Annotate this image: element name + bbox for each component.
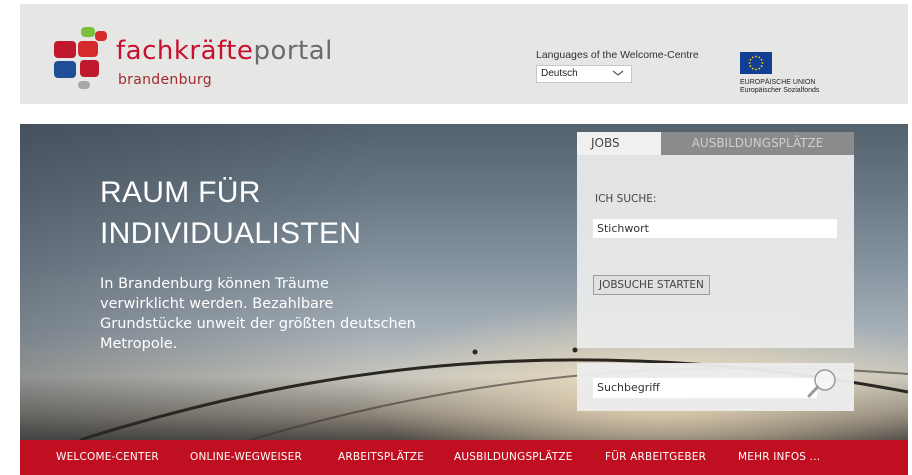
nav-item-ausbildungsplaetze[interactable]: AUSBILDUNGSPLÄTZE bbox=[454, 440, 573, 475]
site-search: Suchbegriff bbox=[577, 363, 854, 411]
search-label: ICH SUCHE: bbox=[595, 193, 657, 205]
site-logo[interactable]: fachkräfteportal brandenburg bbox=[54, 27, 334, 89]
eu-caption-line2: Europäischer Sozialfonds bbox=[740, 87, 820, 94]
site-header: fachkräfteportal brandenburg Languages o… bbox=[20, 4, 908, 104]
hero-text-line: Metropole. bbox=[100, 336, 178, 352]
hero-text-line: Grundstücke unweit der größten deutschen bbox=[100, 316, 416, 332]
hero-text-line: In Brandenburg können Träume bbox=[100, 276, 329, 292]
hero-title: RAUM FÜR INDIVIDUALISTEN bbox=[100, 172, 361, 254]
tab-ausbildungsplaetze[interactable]: AUSBILDUNGSPLÄTZE bbox=[661, 132, 854, 155]
language-selected-value: Deutsch bbox=[541, 68, 578, 79]
nav-item-fuer-arbeitgeber[interactable]: FÜR ARBEITGEBER bbox=[605, 440, 706, 475]
job-search-button[interactable]: JOBSUCHE STARTEN bbox=[593, 275, 710, 295]
site-search-input[interactable]: Suchbegriff bbox=[593, 378, 817, 398]
hero-description: In Brandenburg können Träume verwirklich… bbox=[100, 274, 460, 354]
language-switcher: Languages of the Welcome-Centre Deutsch bbox=[536, 49, 699, 83]
nav-item-mehr-infos[interactable]: MEHR INFOS ... bbox=[738, 440, 820, 475]
hero-text-line: verwirklicht werden. Bezahlbare bbox=[100, 296, 334, 312]
chevron-down-icon bbox=[612, 69, 624, 80]
tab-jobs[interactable]: JOBS bbox=[577, 132, 661, 155]
eu-logo: EUROPÄISCHE UNION Europäischer Sozialfon… bbox=[740, 52, 850, 102]
logo-wordmark-suffix: portal bbox=[253, 36, 333, 66]
nav-item-arbeitsplaetze[interactable]: ARBEITSPLÄTZE bbox=[338, 440, 424, 475]
logo-wordmark: fachkräfteportal bbox=[116, 36, 333, 66]
nav-item-online-wegweiser[interactable]: ONLINE-WEGWEISER bbox=[190, 440, 302, 475]
eu-flag-icon bbox=[740, 52, 772, 74]
nav-item-welcome-center[interactable]: WELCOME-CENTER bbox=[56, 440, 159, 475]
eu-caption: EUROPÄISCHE UNION Europäischer Sozialfon… bbox=[740, 79, 819, 95]
search-tabs: JOBS AUSBILDUNGSPLÄTZE bbox=[577, 132, 854, 155]
logo-wordmark-prefix: fachkräfte bbox=[116, 36, 254, 66]
keyword-input[interactable]: Stichwort bbox=[593, 219, 837, 238]
eu-caption-line1: EUROPÄISCHE UNION bbox=[740, 79, 816, 86]
main-navigation: WELCOME-CENTER ONLINE-WEGWEISER ARBEITSP… bbox=[20, 440, 908, 475]
search-icon[interactable] bbox=[806, 367, 838, 401]
job-search-panel: ICH SUCHE: Stichwort JOBSUCHE STARTEN bbox=[577, 155, 854, 348]
logo-subtitle: brandenburg bbox=[118, 72, 212, 88]
hero-title-line1: RAUM FÜR bbox=[100, 176, 261, 209]
hero-title-line2: INDIVIDUALISTEN bbox=[100, 217, 362, 250]
language-label: Languages of the Welcome-Centre bbox=[536, 49, 699, 61]
language-select[interactable]: Deutsch bbox=[536, 65, 632, 83]
